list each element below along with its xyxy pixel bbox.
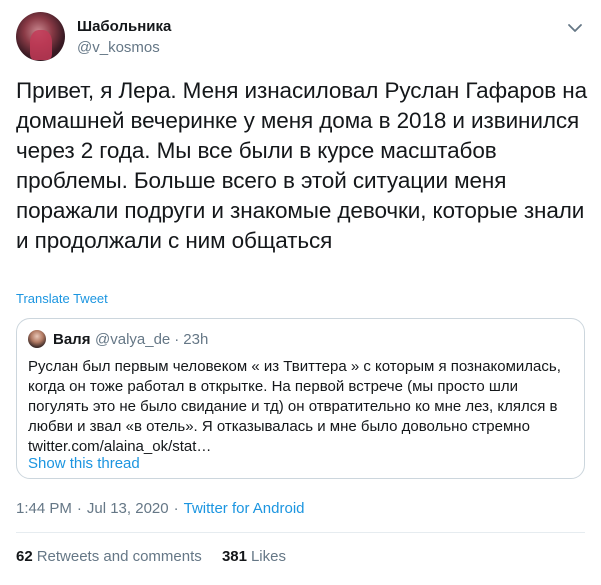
tweet-header: Шабольника @v_kosmos	[16, 10, 585, 66]
tweet-meta: 1:44 PM · Jul 13, 2020 · Twitter for Android	[16, 500, 305, 517]
quoted-text: Руслан был первым человеком « из Твиттер…	[28, 358, 561, 455]
tweet-time[interactable]: 1:44 PM	[16, 500, 72, 517]
meta-dot: ·	[76, 500, 82, 517]
likes-stat[interactable]: 381 Likes	[222, 548, 286, 565]
divider	[16, 532, 585, 533]
tweet: Шабольника @v_kosmos Привет, я Лера. Мен…	[0, 0, 601, 585]
tweet-text: Привет, я Лера. Меня изнасиловал Руслан …	[16, 78, 587, 253]
translate-tweet-link[interactable]: Translate Tweet	[16, 291, 108, 306]
meta-dot: ·	[173, 500, 179, 517]
tweet-stats: 62 Retweets and comments 381 Likes	[16, 548, 302, 565]
quoted-author-handle: @valya_de	[95, 331, 171, 348]
tweet-date[interactable]: Jul 13, 2020	[87, 500, 169, 517]
quoted-time: 23h	[183, 331, 209, 348]
author-handle[interactable]: @v_kosmos	[77, 39, 160, 56]
retweets-label: Retweets and comments	[36, 548, 202, 565]
retweets-stat[interactable]: 62 Retweets and comments	[16, 548, 202, 565]
likes-count: 381	[221, 548, 247, 565]
quoted-tweet[interactable]: Валя @valya_de · 23h Руслан был первым чел…	[16, 318, 585, 479]
likes-label: Likes	[250, 548, 286, 565]
quoted-author-avatar	[28, 330, 46, 348]
author-name[interactable]: Шабольника	[77, 18, 171, 35]
quoted-author-meta: @valya_de · 23h	[95, 331, 212, 348]
author-avatar[interactable]	[16, 12, 65, 61]
tweet-source[interactable]: Twitter for Android	[184, 500, 305, 517]
chevron-down-icon[interactable]	[565, 18, 585, 38]
quoted-author-name: Валя	[53, 331, 91, 348]
quoted-meta-dot: ·	[174, 331, 180, 348]
show-thread-link[interactable]: Show this thread	[28, 455, 140, 472]
retweets-count: 62	[16, 548, 33, 565]
